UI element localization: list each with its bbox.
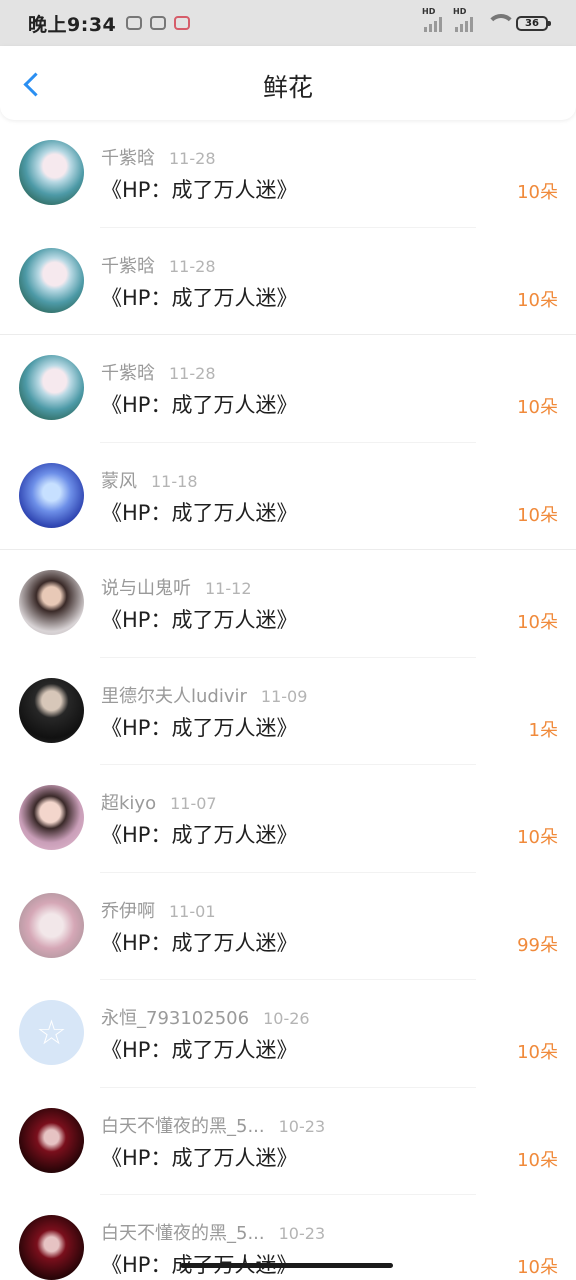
flower-count: 10朵 xyxy=(517,612,558,633)
avatar[interactable] xyxy=(19,677,84,743)
book-title: 《HP：成了万人迷》 xyxy=(101,393,298,417)
username: 白天不懂夜的黑_5... xyxy=(101,1223,265,1244)
book-title: 《HP：成了万人迷》 xyxy=(101,285,298,310)
list-item[interactable]: 蒙风 11-18 《HP：成了万人迷》 10朵 xyxy=(0,443,576,551)
list-item[interactable]: ☆ 永恒_793102506 10-26 《HP：成了万人迷》 10朵 xyxy=(0,980,576,1088)
notification-app-icon xyxy=(126,16,143,30)
date: 11-01 xyxy=(169,901,216,921)
avatar[interactable] xyxy=(19,1215,84,1280)
flower-count: 10朵 xyxy=(517,289,558,311)
avatar[interactable] xyxy=(19,570,84,635)
flower-count: 10朵 xyxy=(517,397,558,418)
book-title: 《HP：成了万人迷》 xyxy=(101,1145,298,1170)
home-indicator[interactable] xyxy=(180,1263,393,1268)
list-item[interactable]: 超kiyo 11-07 《HP：成了万人迷》 10朵 xyxy=(0,765,576,873)
flower-count: 99朵 xyxy=(517,934,558,956)
flower-count: 10朵 xyxy=(517,1149,558,1171)
hd-label: HD xyxy=(453,7,467,16)
notification-message-icon xyxy=(174,16,191,30)
username: 千紫晗 xyxy=(101,148,155,169)
username: 千紫晗 xyxy=(101,255,155,277)
username: 超kiyo xyxy=(101,793,157,814)
avatar[interactable] xyxy=(19,892,84,958)
user-line: 乔伊啊 11-01 xyxy=(101,897,216,923)
signal-icon: HD xyxy=(453,7,478,32)
flower-count: 10朵 xyxy=(517,827,558,848)
flower-record-list: 千紫晗 11-28 《HP：成了万人迷》 10朵 千紫晗 11-28 《HP：成了万… xyxy=(0,120,576,1280)
avatar[interactable] xyxy=(19,785,84,850)
list-item[interactable]: 千紫晗 11-28 《HP：成了万人迷》 10朵 xyxy=(0,335,576,443)
date: 11-28 xyxy=(169,256,216,276)
user-line: 千紫晗 11-28 xyxy=(101,252,216,278)
avatar[interactable]: ☆ xyxy=(19,1000,84,1065)
username: 千紫晗 xyxy=(101,363,155,384)
status-bar: 晚上9:34 HD HD 36 xyxy=(0,0,576,46)
username: 蒙风 xyxy=(101,470,137,492)
page-title: 鲜花 xyxy=(262,73,313,102)
list-item[interactable]: 说与山鬼听 11-12 《HP：成了万人迷》 10朵 xyxy=(0,550,576,658)
battery-icon: 36 xyxy=(516,15,551,31)
notification-icons xyxy=(126,16,191,30)
date: 11-28 xyxy=(169,364,216,383)
book-title: 《HP：成了万人迷》 xyxy=(101,608,298,632)
list-item[interactable]: 千紫晗 11-28 《HP：成了万人迷》 10朵 xyxy=(0,120,576,228)
book-title: 《HP：成了万人迷》 xyxy=(101,823,298,847)
book-title: 《HP：成了万人迷》 xyxy=(101,715,298,740)
avatar[interactable] xyxy=(19,140,84,205)
signal-icon: HD xyxy=(422,7,447,32)
hd-label: HD xyxy=(422,7,436,16)
book-title: 《HP：成了万人迷》 xyxy=(101,178,298,202)
status-time: 晚上9:34 xyxy=(28,13,117,36)
date: 10-26 xyxy=(263,1009,310,1028)
user-line: 白天不懂夜的黑_5... 10-23 xyxy=(101,1112,325,1138)
user-line: 超kiyo 11-07 xyxy=(101,789,217,815)
user-line: 说与山鬼听 11-12 xyxy=(101,574,252,600)
username: 说与山鬼听 xyxy=(101,578,191,599)
book-title: 《HP：成了万人迷》 xyxy=(101,1038,298,1062)
user-line: 永恒_793102506 10-26 xyxy=(101,1004,310,1030)
username: 乔伊啊 xyxy=(101,900,155,922)
notification-chat-icon xyxy=(150,16,167,30)
wifi-icon xyxy=(486,14,516,32)
list-item[interactable]: 千紫晗 11-28 《HP：成了万人迷》 10朵 xyxy=(0,228,576,336)
user-line: 千紫晗 11-28 xyxy=(101,144,216,170)
list-item[interactable]: 白天不懂夜的黑_5... 10-23 《HP：成了万人迷》 10朵 xyxy=(0,1088,576,1196)
user-line: 里德尔夫人ludivir 11-09 xyxy=(101,682,307,708)
avatar[interactable] xyxy=(19,247,84,313)
default-avatar-icon: ☆ xyxy=(36,1012,67,1053)
book-title: 《HP：成了万人迷》 xyxy=(101,500,298,525)
list-item[interactable]: 里德尔夫人ludivir 11-09 《HP：成了万人迷》 1朵 xyxy=(0,658,576,766)
username: 里德尔夫人ludivir xyxy=(101,685,247,707)
avatar[interactable] xyxy=(19,1107,84,1173)
flower-count: 10朵 xyxy=(517,182,558,203)
flower-count: 10朵 xyxy=(517,504,558,526)
date: 11-12 xyxy=(205,579,252,598)
book-title: 《HP：成了万人迷》 xyxy=(101,930,298,955)
date: 11-09 xyxy=(260,686,308,706)
date: 10-23 xyxy=(278,1224,326,1243)
avatar[interactable] xyxy=(19,355,84,420)
list-item[interactable]: 乔伊啊 11-01 《HP：成了万人迷》 99朵 xyxy=(0,873,576,981)
date: 11-28 xyxy=(169,149,216,168)
user-line: 蒙风 11-18 xyxy=(101,467,198,493)
flower-count: 10朵 xyxy=(517,1257,558,1278)
date: 11-07 xyxy=(170,794,217,813)
date: 10-23 xyxy=(278,1116,326,1136)
avatar[interactable] xyxy=(19,462,84,528)
top-nav-bar: 鲜花 xyxy=(0,46,576,120)
status-indicators: HD HD 36 xyxy=(422,7,551,32)
flower-count: 1朵 xyxy=(528,719,558,741)
user-line: 白天不懂夜的黑_5... 10-23 xyxy=(101,1219,325,1245)
user-line: 千紫晗 11-28 xyxy=(101,359,216,385)
flower-count: 10朵 xyxy=(517,1042,558,1063)
username: 白天不懂夜的黑_5... xyxy=(101,1115,265,1137)
username: 永恒_793102506 xyxy=(101,1008,250,1029)
date: 11-18 xyxy=(151,471,198,491)
